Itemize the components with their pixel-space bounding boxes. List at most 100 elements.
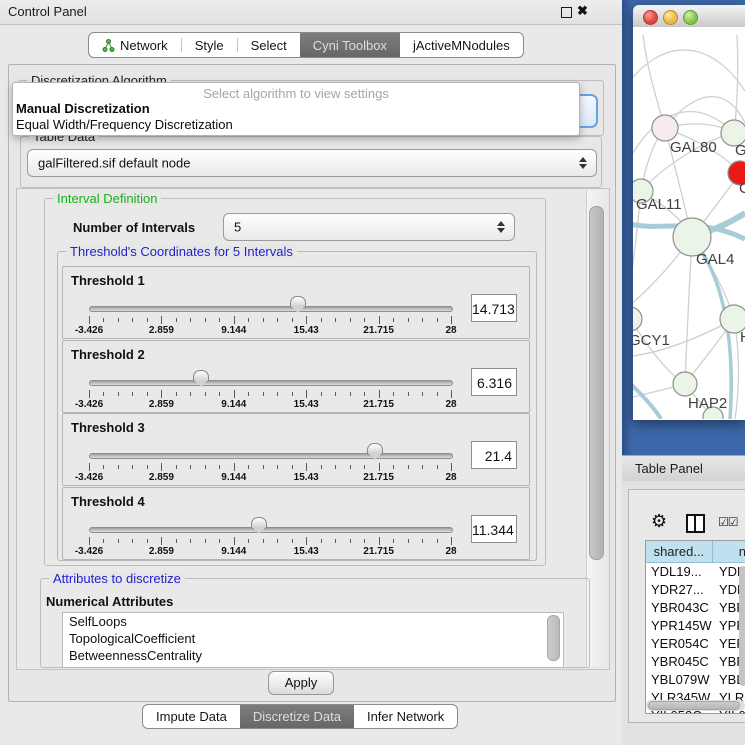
tick-mark [350, 392, 351, 396]
minimize-traffic-light-icon[interactable] [663, 10, 678, 25]
dropdown-option[interactable]: Equal Width/Frequency Discretization [16, 117, 576, 133]
slider-thumb[interactable] [290, 296, 306, 308]
bottom-tab-impute-data[interactable]: Impute Data [143, 705, 240, 728]
tick-mark [437, 318, 438, 322]
control-panel: Control Panel ✖ NetworkStyleSelectCyni T… [0, 0, 623, 745]
attribute-list-item[interactable]: BetweennessCentrality [63, 647, 563, 664]
table-vscrollbar-thumb[interactable] [739, 566, 745, 686]
show-columns-icon[interactable] [686, 514, 705, 533]
apply-button[interactable]: Apply [268, 671, 334, 695]
table-hscrollbar-track[interactable] [646, 700, 745, 711]
tick-mark [350, 318, 351, 322]
tick-mark [422, 465, 423, 469]
table-row[interactable]: YBR045CYBR0 [646, 653, 745, 671]
tick-mark [292, 392, 293, 396]
tick-mark [205, 465, 206, 469]
tick-mark [263, 539, 264, 543]
tab-cyni-toolbox[interactable]: Cyni Toolbox [300, 33, 400, 57]
attribute-list-item[interactable]: SelfLoops [63, 613, 563, 630]
zoom-traffic-light-icon[interactable] [683, 10, 698, 25]
tick-mark [103, 539, 104, 543]
table-row[interactable]: YER054CYER0 [646, 635, 745, 653]
network-window-titlebar[interactable] [633, 5, 745, 28]
tick-mark [451, 463, 452, 471]
vertical-scrollbar-thumb[interactable] [589, 206, 604, 560]
tick-mark [161, 316, 162, 324]
tick-mark [234, 390, 235, 398]
tick-label: 9.144 [221, 399, 246, 410]
table-hscrollbar-thumb[interactable] [648, 701, 740, 710]
tab-style[interactable]: Style [182, 33, 237, 57]
tab-label: Cyni Toolbox [313, 38, 387, 53]
tick-mark [393, 539, 394, 543]
threshold-box-1: Threshold 1-3.4262.8599.14415.4321.71528… [62, 266, 530, 339]
num-intervals-combobox[interactable]: 5 [223, 213, 515, 241]
table-row[interactable]: YDR27...YDR2 [646, 581, 745, 599]
bottom-tab-discretize-data[interactable]: Discretize Data [240, 705, 354, 728]
gear-icon[interactable]: ⚙ [651, 512, 667, 530]
dropdown-option[interactable]: Manual Discretization [16, 101, 576, 117]
tick-mark [408, 539, 409, 543]
top-tab-bar: NetworkStyleSelect Cyni Toolbox jActiveMNo… [88, 32, 524, 58]
threshold-value-field[interactable]: 11.344 [471, 515, 517, 543]
tab-jactivemnodules[interactable]: jActiveMNodules [400, 33, 523, 57]
node-hap2[interactable] [673, 372, 697, 396]
slider-ticks [89, 537, 451, 545]
table-panel-title: Table Panel [635, 461, 703, 476]
tick-mark [379, 463, 380, 471]
table-row[interactable]: YBL079WYBL0 [646, 671, 745, 689]
threshold-value-field[interactable]: 21.4 [471, 441, 517, 469]
tab-network[interactable]: Network [89, 33, 181, 57]
slider-thumb[interactable] [367, 443, 383, 455]
bottom-tab-infer-network[interactable]: Infer Network [354, 705, 457, 728]
table-row[interactable]: YDL19...YDL1 [646, 563, 745, 581]
tick-mark [408, 392, 409, 396]
threshold-label: Threshold 4 [71, 494, 145, 509]
slider-thumb[interactable] [193, 370, 209, 382]
table-cell: YDR27... [646, 581, 716, 599]
slider-thumb[interactable] [251, 517, 267, 529]
tab-label: Impute Data [156, 709, 227, 724]
float-window-icon[interactable] [561, 7, 572, 18]
network-canvas[interactable]: GAL80GACGAL11GAL4GCY1HHAP2 [633, 27, 745, 419]
table-row[interactable]: YPR145WYPR1 [646, 617, 745, 635]
node-gal80[interactable] [652, 115, 678, 141]
dropdown-placeholder-option[interactable]: Select algorithm to view settings [13, 86, 579, 101]
table-column-header[interactable]: n [713, 541, 745, 563]
tick-label: 28 [445, 399, 456, 410]
slider-track[interactable] [89, 306, 453, 312]
close-icon[interactable]: ✖ [577, 3, 588, 19]
close-traffic-light-icon[interactable] [643, 10, 658, 25]
tick-label: 21.715 [363, 546, 394, 557]
slider-track[interactable] [89, 380, 453, 386]
node-gcy1[interactable] [633, 307, 642, 331]
tick-mark [451, 316, 452, 324]
threshold-box-4: Threshold 4-3.4262.8599.14415.4321.71528… [62, 487, 530, 560]
table-panel-inner: ⚙ ☑☑ shared...n YDL19...YDL1YDR27...YDR2… [628, 489, 745, 723]
attribute-list-item[interactable]: TopologicalCoefficient [63, 630, 563, 647]
attributes-list-scrollbar[interactable] [547, 615, 560, 661]
tab-label: Infer Network [367, 709, 444, 724]
table-row[interactable]: YBR043CYBR0 [646, 599, 745, 617]
attributes-list[interactable]: SelfLoopsTopologicalCoefficientBetweenne… [62, 612, 564, 668]
tick-mark [364, 392, 365, 396]
tick-mark [350, 465, 351, 469]
table-data-combobox[interactable]: galFiltered.sif default node [27, 149, 597, 177]
tick-mark [205, 539, 206, 543]
slider-track[interactable] [89, 527, 453, 533]
tick-mark [263, 465, 264, 469]
network-icon [102, 39, 115, 52]
tick-mark [335, 392, 336, 396]
threshold-value-field[interactable]: 6.316 [471, 368, 517, 396]
threshold-value-field[interactable]: 14.713 [471, 294, 517, 322]
tab-select[interactable]: Select [238, 33, 300, 57]
select-all-columns-icon[interactable]: ☑☑ [718, 515, 738, 529]
table-column-header[interactable]: shared... [646, 541, 713, 563]
tick-mark [321, 318, 322, 322]
slider-track[interactable] [89, 453, 453, 459]
tick-mark [132, 318, 133, 322]
table-data-value: galFiltered.sif default node [38, 156, 190, 171]
threshold-label: Threshold 3 [71, 420, 145, 435]
threshold-label: Threshold 1 [71, 273, 145, 288]
tick-mark [379, 316, 380, 324]
